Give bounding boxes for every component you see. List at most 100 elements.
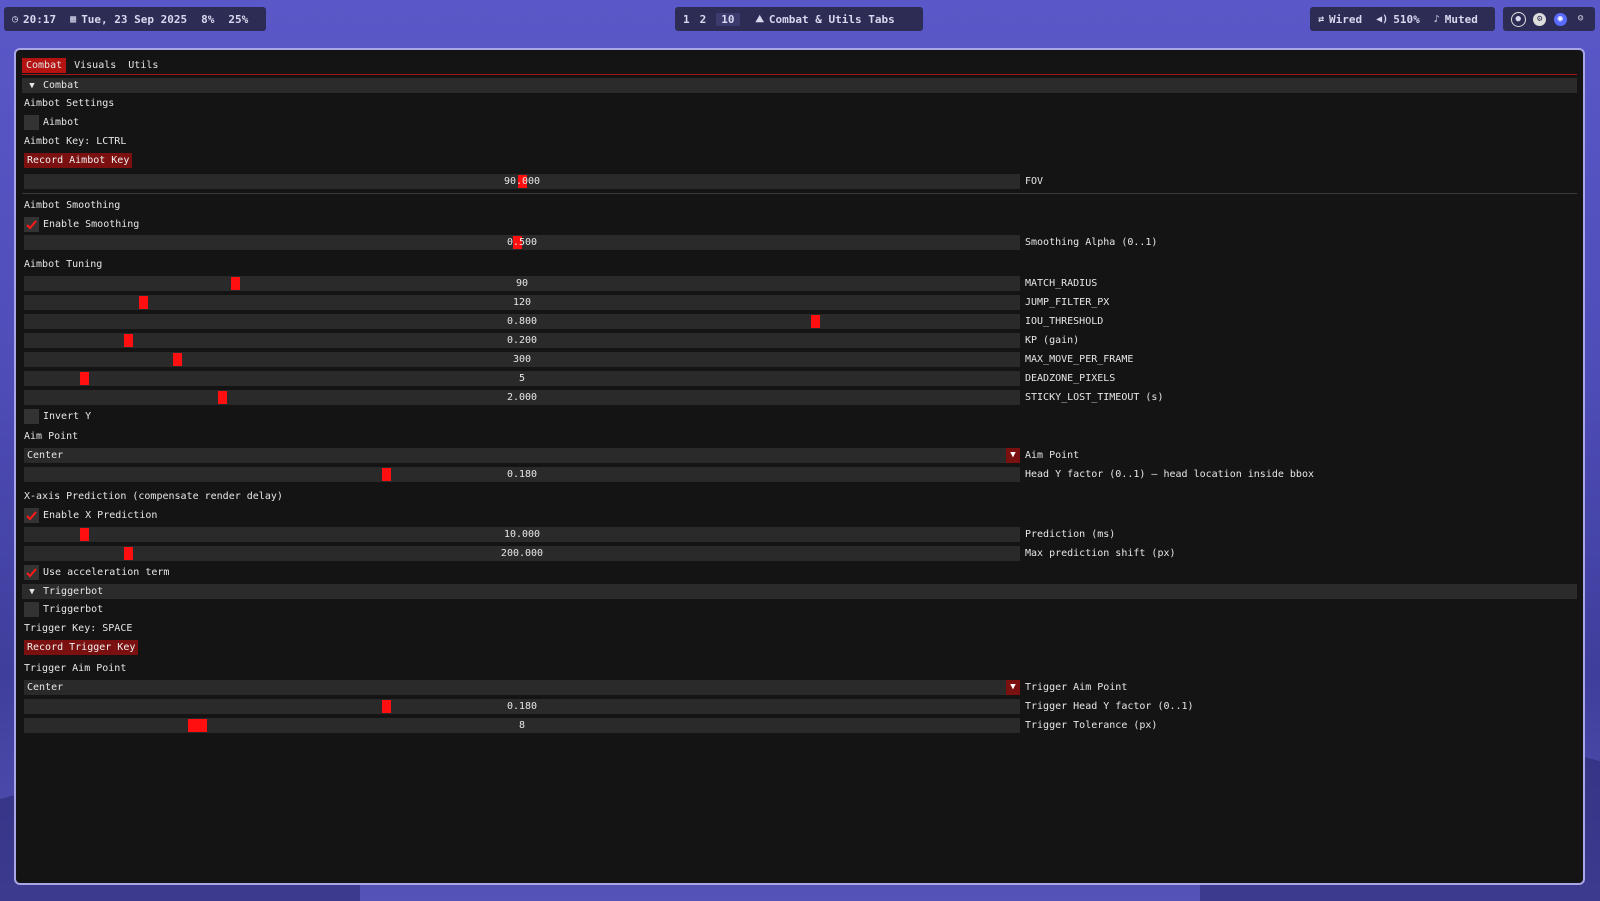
triggerbot-section-header[interactable]: ▼ Triggerbot — [22, 584, 1577, 599]
max-move-slider[interactable]: 300 — [24, 352, 1020, 367]
window-content: Combat Visuals Utils ▼ Combat Aimbot Sett… — [22, 57, 1577, 883]
aimbot-settings-title: Aimbot Settings — [24, 98, 115, 109]
status-left: ◷ 20:17 ▦ Tue, 23 Sep 2025 8% 25% — [4, 7, 266, 31]
invert-y-checkbox[interactable] — [24, 409, 39, 424]
memory-usage: 25% — [228, 12, 249, 26]
fov-label: FOV — [1025, 176, 1044, 187]
tab-combat[interactable]: Combat — [22, 57, 67, 73]
steam-icon[interactable]: ⚙ — [1533, 12, 1547, 26]
speaker-icon: ◀) — [1376, 13, 1389, 25]
volume-status[interactable]: ◀) 510% — [1376, 13, 1420, 26]
trigger-aim-point-dropdown[interactable]: Center ▼ — [24, 680, 1020, 695]
date: ▦ Tue, 23 Sep 2025 — [70, 12, 188, 26]
calendar-icon: ▦ — [70, 13, 77, 25]
record-trigger-key-button[interactable]: Record Trigger Key — [24, 640, 139, 655]
app-window: Combat Visuals Utils ▼ Combat Aimbot Sett… — [14, 48, 1585, 885]
tab-utils[interactable]: Utils — [124, 58, 162, 73]
use-accel-row: Use acceleration term — [22, 565, 1577, 584]
smoothing-alpha-row: 0.500 Smoothing Alpha (0..1) — [22, 235, 1577, 254]
jump-filter-slider[interactable]: 120 — [24, 295, 1020, 310]
window-icon: ⛰ — [755, 13, 764, 25]
mic-status[interactable]: ♪ Muted — [1434, 13, 1478, 26]
workspace-10[interactable]: 10 — [716, 12, 740, 26]
aim-point-row: Center ▼ Aim Point — [22, 448, 1577, 467]
network-icon: ⇄ — [1318, 13, 1325, 25]
head-y-row: 0.180 Head Y factor (0..1) — head locati… — [22, 467, 1577, 486]
head-y-label: Head Y factor (0..1) — head location ins… — [1025, 469, 1314, 480]
max-shift-slider[interactable]: 200.000 — [24, 546, 1020, 561]
workspace-1[interactable]: 1 — [683, 13, 690, 26]
x-prediction-title: X-axis Prediction (compensate render del… — [24, 491, 283, 502]
fov-row: 90.000 FOV — [22, 174, 1577, 193]
aim-point-dropdown[interactable]: Center ▼ — [24, 448, 1020, 463]
iou-threshold-slider[interactable]: 0.800 — [24, 314, 1020, 329]
sticky-timeout-slider[interactable]: 2.000 — [24, 390, 1020, 405]
enable-x-prediction-checkbox[interactable] — [24, 508, 39, 523]
dropdown-arrow-icon[interactable]: ▼ — [1006, 680, 1020, 695]
smoothing-alpha-slider[interactable]: 0.500 — [24, 235, 1020, 250]
combat-section-header[interactable]: ▼ Combat — [22, 78, 1577, 93]
head-y-slider[interactable]: 0.180 — [24, 467, 1020, 482]
slider-label: MAX_MOVE_PER_FRAME — [1025, 354, 1134, 365]
obs-icon[interactable]: ● — [1510, 11, 1526, 27]
tab-visuals[interactable]: Visuals — [70, 58, 120, 73]
clock-icon: ◷ — [12, 13, 19, 25]
prediction-ms-slider[interactable]: 10.000 — [24, 527, 1020, 542]
discord-icon[interactable]: ☺ — [1574, 13, 1587, 26]
trigger-aim-point-row: Center ▼ Trigger Aim Point — [22, 680, 1577, 699]
aim-point-label: Aim Point — [1025, 450, 1080, 461]
aimbot-checkbox[interactable] — [24, 115, 39, 130]
kp-gain-slider[interactable]: 0.200 — [24, 333, 1020, 348]
slider-label: IOU_THRESHOLD — [1025, 316, 1104, 327]
checkmark-icon — [26, 568, 37, 578]
invert-y-row: Invert Y — [22, 409, 1577, 428]
trigger-tolerance-slider[interactable]: 8 — [24, 718, 1020, 733]
fov-slider[interactable]: 90.000 — [24, 174, 1020, 189]
record-aimbot-key-button[interactable]: Record Aimbot Key — [24, 153, 133, 168]
workspace-2[interactable]: 2 — [700, 13, 707, 26]
trigger-aim-point-label: Trigger Aim Point — [1025, 682, 1128, 693]
trigger-aim-point-title: Trigger Aim Point — [24, 663, 127, 674]
aim-point-title: Aim Point — [24, 431, 79, 442]
tuning-row: 0.200 KP (gain) — [22, 333, 1577, 352]
trigger-head-y-slider[interactable]: 0.180 — [24, 699, 1020, 714]
slider-label: JUMP_FILTER_PX — [1025, 297, 1110, 308]
app-icon[interactable]: ◉ — [1553, 12, 1567, 26]
max-shift-label: Max prediction shift (px) — [1025, 548, 1176, 559]
prediction-ms-row: 10.000 Prediction (ms) — [22, 527, 1577, 546]
system-tray: ● ⚙ ◉ ☺ — [1503, 7, 1595, 31]
smoothing-alpha-label: Smoothing Alpha (0..1) — [1025, 237, 1158, 248]
match-radius-slider[interactable]: 90 — [24, 276, 1020, 291]
use-acceleration-checkbox[interactable] — [24, 565, 39, 580]
aimbot-smoothing-title: Aimbot Smoothing — [24, 200, 121, 211]
status-right: ⇄ Wired ◀) 510% ♪ Muted — [1310, 7, 1495, 31]
slider-label: STICKY_LOST_TIMEOUT (s) — [1025, 392, 1164, 403]
max-shift-row: 200.000 Max prediction shift (px) — [22, 546, 1577, 565]
status-bar: ◷ 20:17 ▦ Tue, 23 Sep 2025 8% 25% 1 2 10 ⛰… — [0, 0, 1600, 38]
enable-smoothing-row: Enable Smoothing — [22, 217, 1577, 236]
trigger-tolerance-row: 8 Trigger Tolerance (px) — [22, 718, 1577, 737]
triggerbot-checkbox[interactable] — [24, 602, 39, 617]
slider-label: DEADZONE_PIXELS — [1025, 373, 1116, 384]
prediction-ms-label: Prediction (ms) — [1025, 529, 1116, 540]
microphone-icon: ♪ — [1433, 13, 1440, 25]
enable-smoothing-checkbox[interactable] — [24, 217, 39, 232]
network-status[interactable]: ⇄ Wired — [1318, 13, 1362, 26]
record-trigger-row: Record Trigger Key — [22, 640, 1577, 659]
deadzone-slider[interactable]: 5 — [24, 371, 1020, 386]
cpu-usage: 8% — [201, 12, 215, 26]
tuning-row: 120 JUMP_FILTER_PX — [22, 295, 1577, 314]
dropdown-arrow-icon[interactable]: ▼ — [1006, 448, 1020, 463]
trigger-head-y-row: 0.180 Trigger Head Y factor (0..1) — [22, 699, 1577, 718]
checkmark-icon — [26, 511, 37, 521]
tab-bar: Combat Visuals Utils — [22, 57, 1577, 75]
slider-label: MATCH_RADIUS — [1025, 278, 1098, 289]
workspace-bar: 1 2 10 ⛰ Combat & Utils Tabs — [675, 7, 923, 31]
slider-label: KP (gain) — [1025, 335, 1080, 346]
window-title: Combat & Utils Tabs — [768, 12, 895, 26]
clock: ◷ 20:17 — [12, 12, 57, 26]
record-aimbot-row: Record Aimbot Key — [22, 153, 1577, 172]
aimbot-tuning-title: Aimbot Tuning — [24, 259, 103, 270]
checkmark-icon — [26, 220, 37, 230]
trigger-tolerance-label: Trigger Tolerance (px) — [1025, 720, 1158, 731]
